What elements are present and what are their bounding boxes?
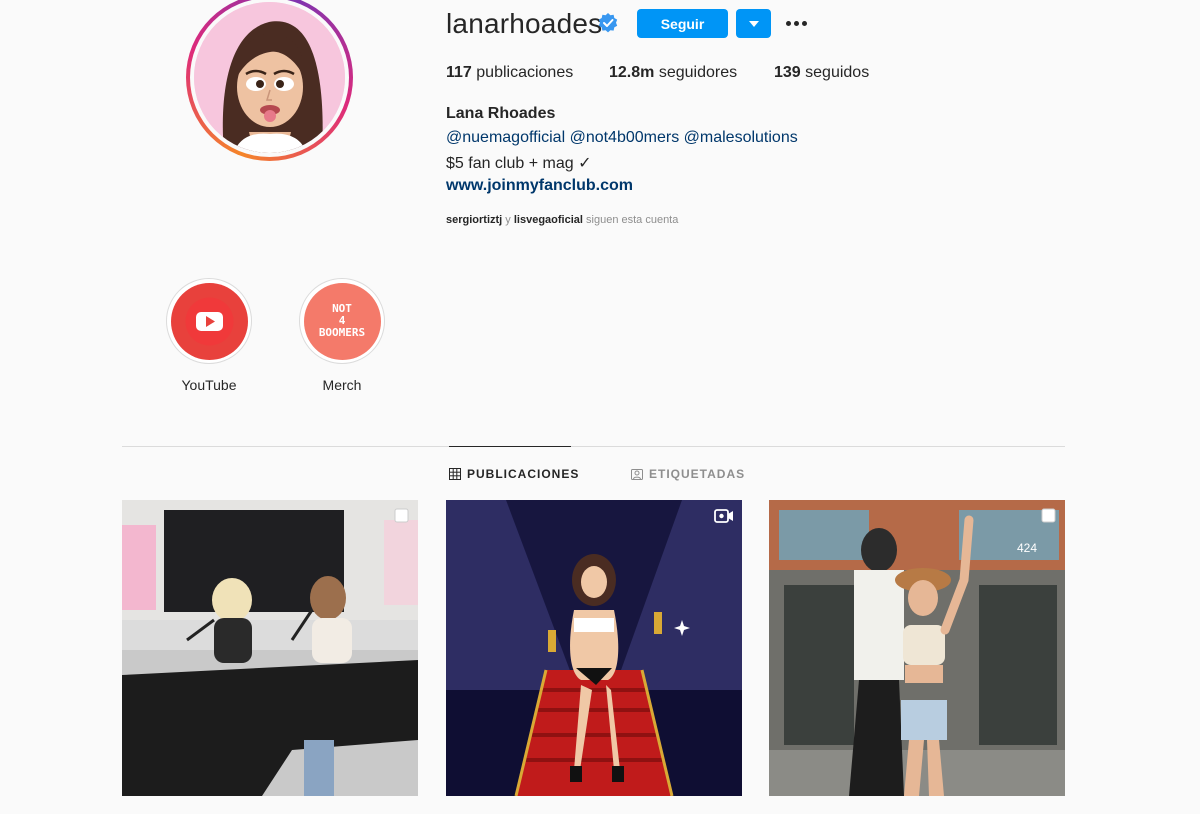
followed-by-text[interactable]: sergiortiztj y lisvegaoficial siguen est… [446,214,678,226]
grid-icon [449,468,461,480]
following-count: 139 [774,64,801,81]
tagged-icon [631,469,643,480]
highlight-youtube[interactable]: YouTube [166,278,252,393]
follow-button[interactable]: Seguir [637,9,728,38]
more-options-button[interactable] [782,11,810,35]
post-image-podcast [122,500,418,796]
more-dots-icon [785,20,791,26]
bio-text: $5 fan club + mag ✓ [446,155,592,172]
followed-by-connector: y [505,214,511,226]
posts-count: 117 [446,64,472,81]
more-dots-icon [801,20,807,26]
post-thumbnail[interactable]: 424 [769,500,1065,796]
tab-etiquetadas[interactable]: ETIQUETADAS [631,467,745,481]
merch-cover-text: BOOMERS [318,326,366,339]
reel-icon [714,509,733,523]
following-stat[interactable]: 139 seguidos [774,64,869,82]
posts-label: publicaciones [476,64,574,81]
highlight-ring: NOT 4 BOOMERS [299,278,385,364]
highlight-ring [166,278,252,364]
post-image-red-carpet-cartoon [446,500,742,796]
caret-down-icon [748,20,759,27]
posts-count-stat: 117 publicaciones [446,64,573,82]
post-image-storefront: 424 [769,500,1065,796]
bio-mentions[interactable]: @nuemagofficial @not4b00mers @malesoluti… [446,129,798,147]
followed-by-user[interactable]: lisvegaoficial [514,214,583,226]
carousel-icon [1041,508,1056,523]
profile-website-link[interactable]: www.joinmyfanclub.com [446,177,633,195]
verified-badge-icon [598,13,618,33]
following-label: seguidos [805,64,870,81]
post-thumbnail[interactable] [122,500,418,796]
tab-label: PUBLICACIONES [467,467,580,481]
post-thumbnail[interactable] [446,500,742,796]
followed-by-user[interactable]: sergiortiztj [446,214,502,226]
avatar-gap [190,0,349,157]
storefront-sign-number: 424 [1017,541,1037,555]
youtube-icon [185,297,233,345]
tabs-divider [122,446,1065,447]
active-tab-indicator [449,446,571,447]
followed-by-suffix: siguen esta cuenta [586,214,679,226]
profile-username: lanarhoades [446,8,603,39]
profile-avatar-ring[interactable] [186,0,353,161]
followers-count: 12.8m [609,64,655,81]
more-dots-icon [793,20,799,26]
profile-full-name: Lana Rhoades [446,105,556,122]
tab-publicaciones[interactable]: PUBLICACIONES [449,467,579,481]
carousel-icon [394,508,409,523]
highlight-cover [170,282,248,360]
bitmoji-avatar-image [194,2,345,153]
followers-label: seguidores [658,64,738,81]
highlight-label: Merch [322,377,362,393]
followers-stat[interactable]: 12.8m seguidores [609,64,737,82]
highlight-merch[interactable]: NOT 4 BOOMERS Merch [299,278,385,393]
merch-cover: NOT 4 BOOMERS [303,282,381,360]
suggested-accounts-dropdown-button[interactable] [736,9,771,38]
tab-label: ETIQUETADAS [649,467,746,481]
highlight-label: YouTube [181,377,237,393]
avatar[interactable] [194,2,345,153]
